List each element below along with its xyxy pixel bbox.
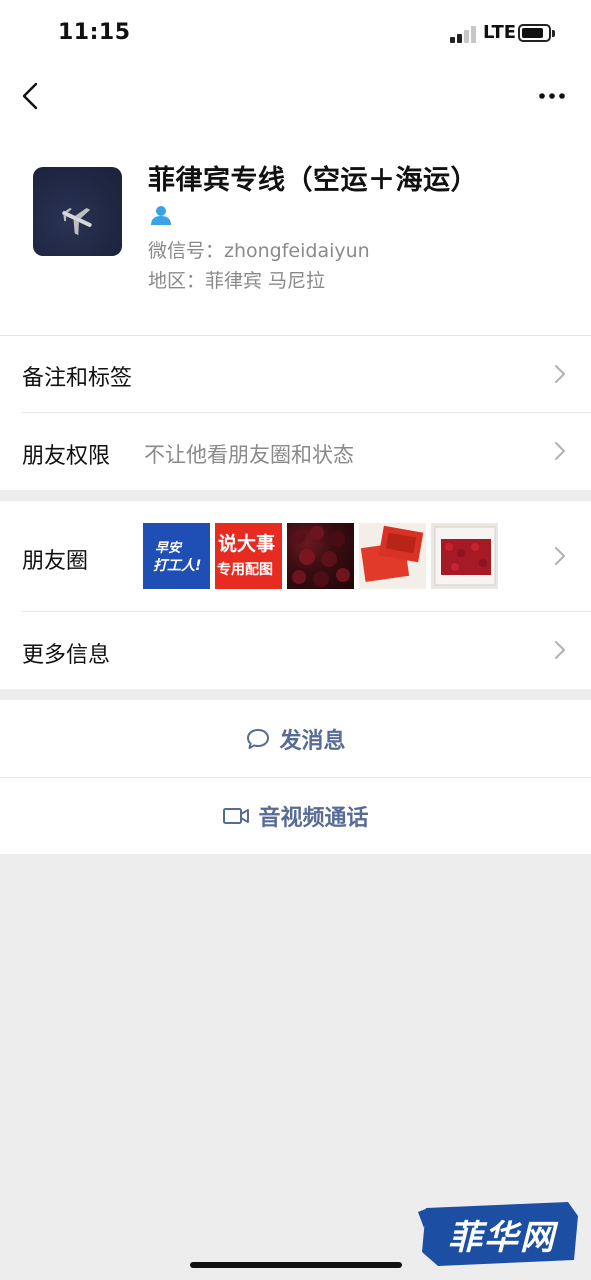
status-bar: 11:15 LTE [0,0,591,66]
moments-thumbnail[interactable]: 说大事 专用配图 [215,523,282,589]
video-call-label: 音视频通话 [258,805,369,831]
more-icon[interactable] [530,78,574,114]
nav-bar [0,66,591,126]
remark-label: 备注和标签 [22,366,133,391]
more-info-row[interactable]: 更多信息 [0,611,591,689]
thumbnail-caption: 早安 [155,541,182,556]
chevron-right-icon [555,641,565,659]
network-label: LTE [483,22,517,43]
moments-label: 朋友圈 [22,549,89,574]
thumbnail-caption: 专用配图 [217,562,273,578]
remark-row[interactable]: 备注和标签 [0,335,591,412]
contact-icon [150,204,172,226]
send-message-button[interactable]: 发消息 [0,700,591,777]
video-call-icon [223,807,250,824]
profile-name: 菲律宾专线（空运＋海运） [148,165,478,196]
moments-thumbnail[interactable]: 早安 打工人! [143,523,210,589]
avatar[interactable] [33,167,122,256]
watermark-logo: 菲华网 [418,1198,582,1270]
chevron-right-icon [555,547,565,565]
signal-icon [450,25,478,43]
back-icon[interactable] [14,78,50,114]
profile-header: 菲律宾专线（空运＋海运） 微信号：zhongfeidaiyun 地区：菲律宾 马… [0,126,591,335]
thumbnail-caption: 打工人! [153,558,202,574]
thumbnail-caption: 说大事 [218,533,276,555]
moments-thumbnail[interactable] [287,523,354,589]
status-time: 11:15 [58,20,131,45]
permissions-label: 朋友权限 [22,444,111,469]
moments-row[interactable]: 朋友圈 早安 打工人! 说大事 专用配图 [0,501,591,611]
moments-thumbnail[interactable] [359,523,426,589]
chevron-right-icon [555,365,565,383]
watermark-text: 菲华网 [448,1218,556,1258]
region: 地区：菲律宾 马尼拉 [148,270,326,292]
message-icon [247,728,270,749]
wechat-id: 微信号：zhongfeidaiyun [148,240,370,262]
airplane-icon [62,208,92,236]
battery-icon [518,24,551,42]
moments-thumbnail[interactable] [431,523,498,589]
video-call-button[interactable]: 音视频通话 [0,777,591,854]
send-message-label: 发消息 [279,728,346,754]
chevron-right-icon [555,442,565,460]
permissions-row[interactable]: 朋友权限 不让他看朋友圈和状态 [0,412,591,490]
more-info-label: 更多信息 [22,643,111,668]
home-indicator[interactable] [190,1262,402,1268]
permissions-value: 不让他看朋友圈和状态 [144,443,354,467]
